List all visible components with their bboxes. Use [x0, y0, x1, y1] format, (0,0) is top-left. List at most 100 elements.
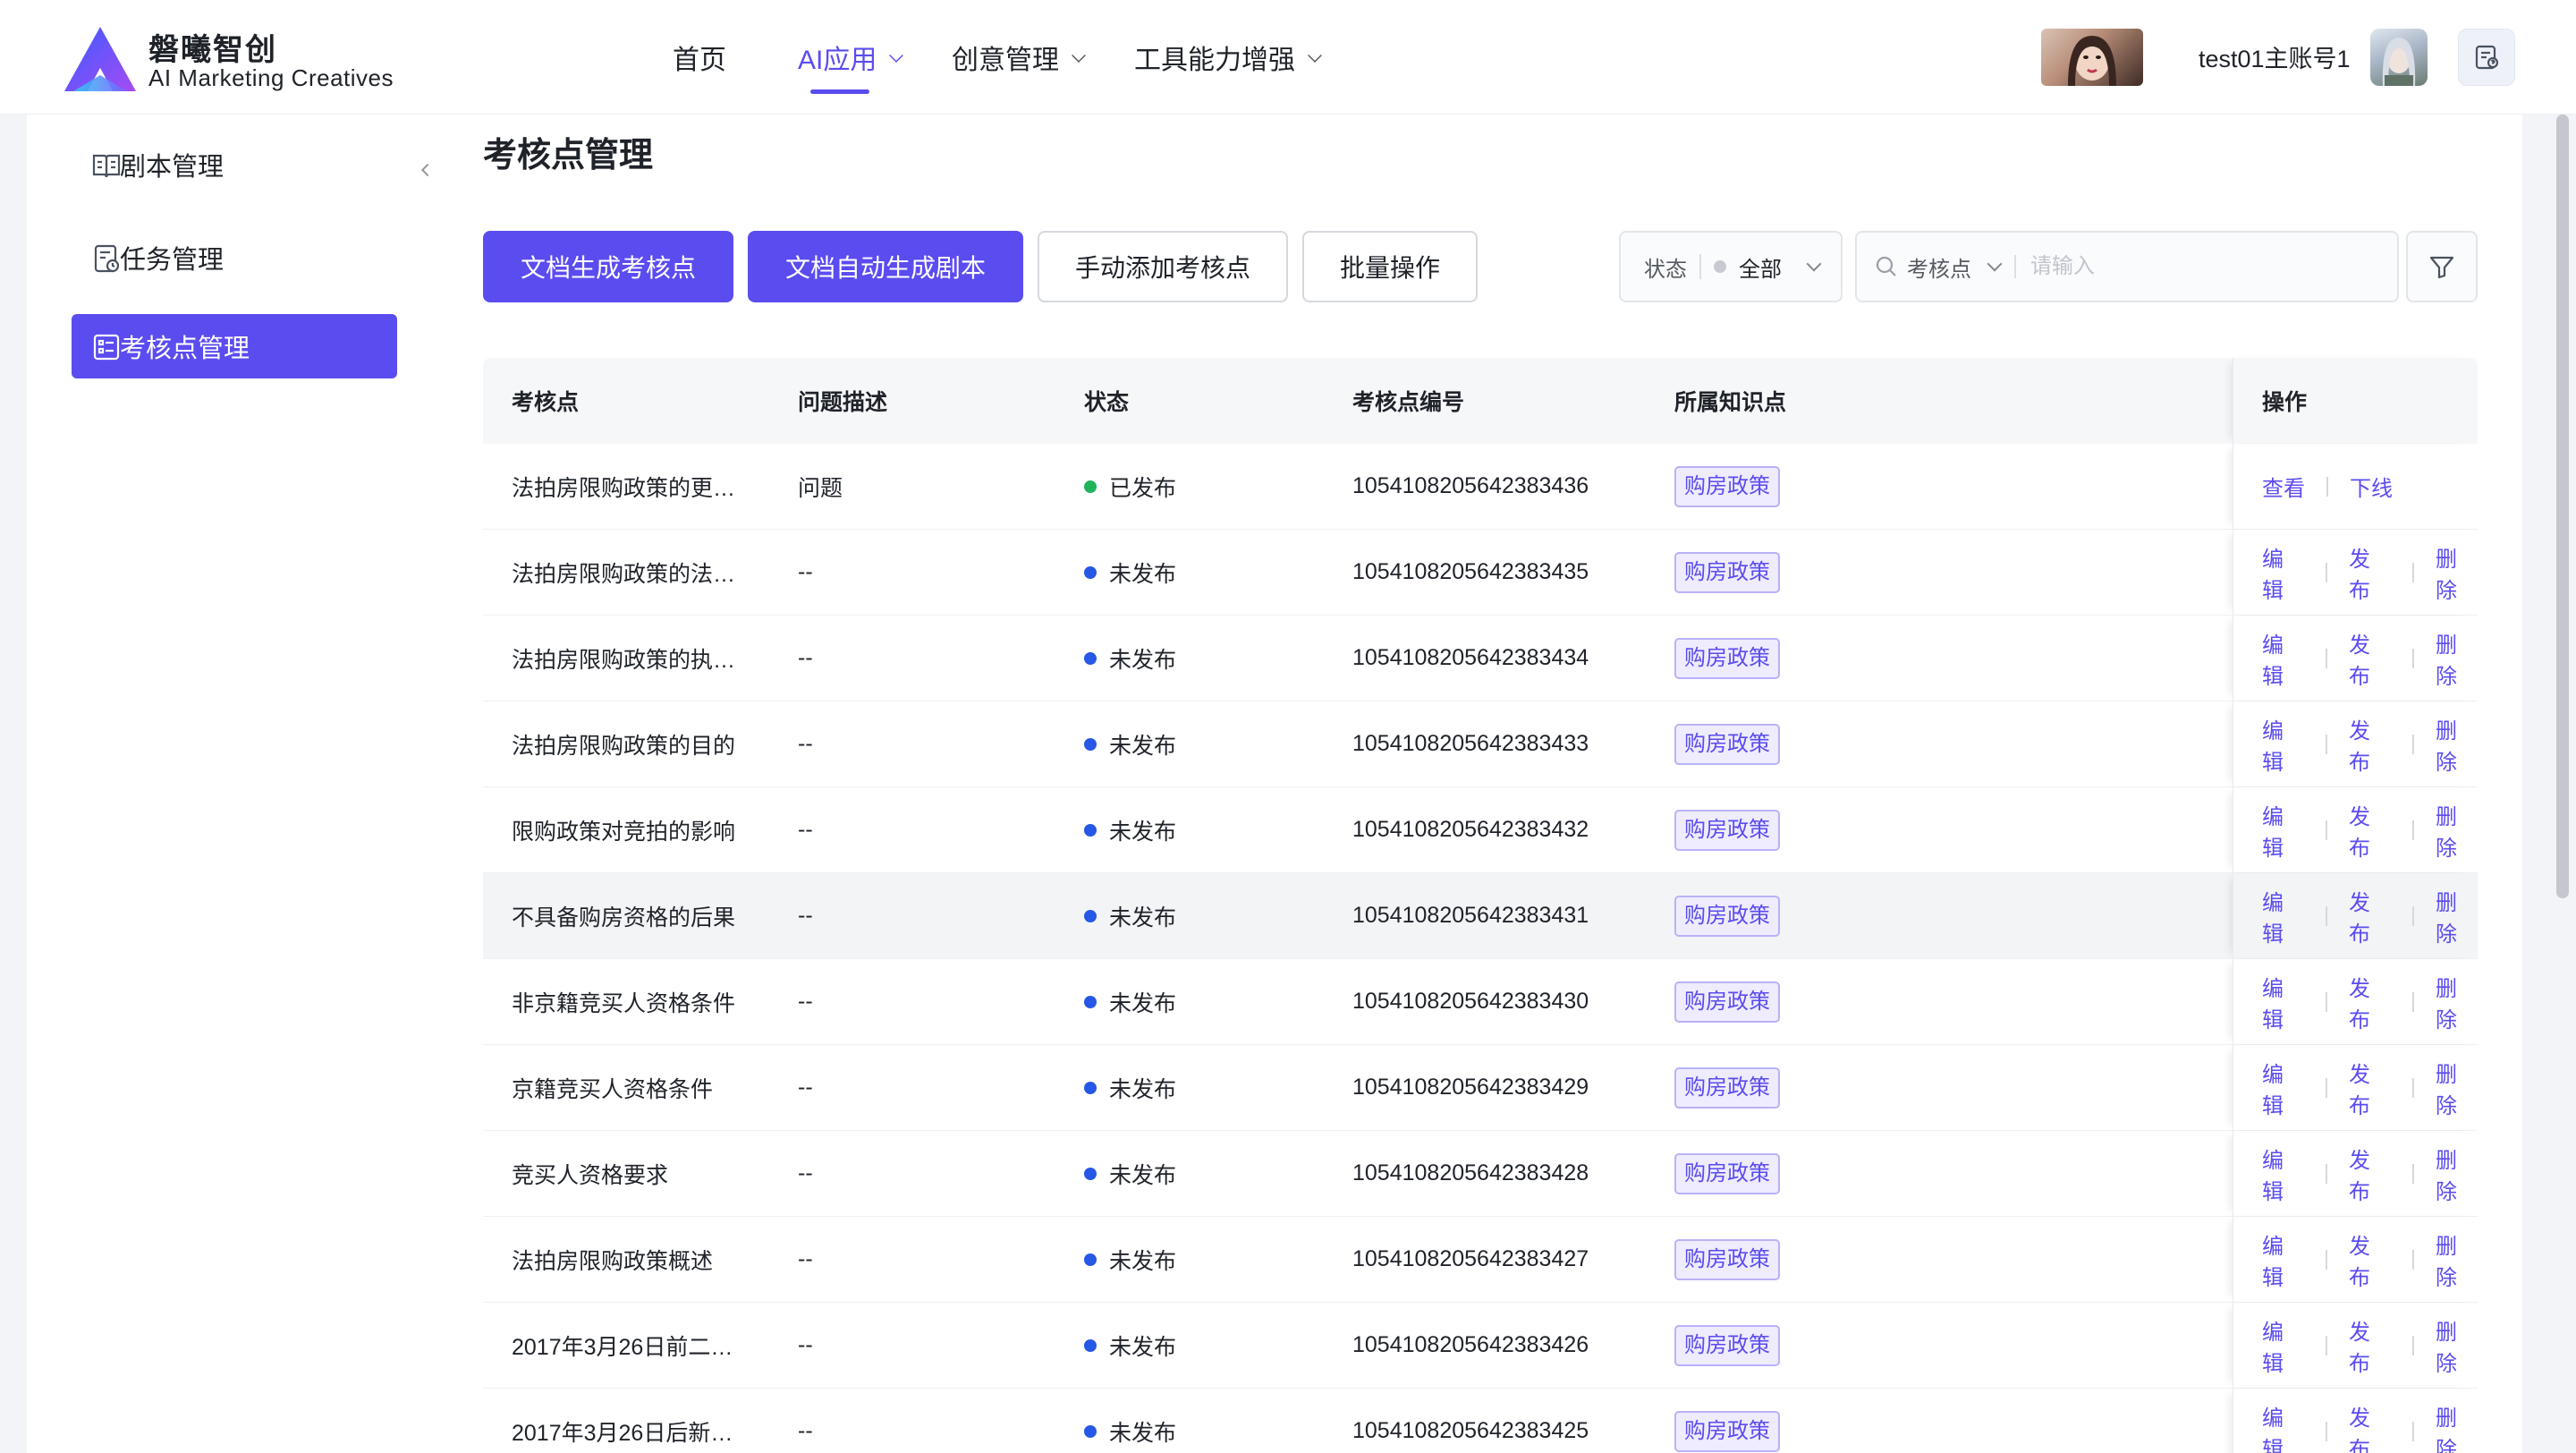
publish-link[interactable]: 发布 [2349, 1400, 2391, 1453]
row-actions: 编辑 发布 删除 [2233, 1303, 2478, 1388]
edit-link[interactable]: 编辑 [2262, 1228, 2304, 1291]
table-row[interactable]: 法拍房限购政策的更… 问题 已发布 1054108205642383436 购房政策 查看… [483, 444, 2478, 530]
sidebar-item-script-management[interactable]: 剧本管理 [72, 132, 397, 197]
table-row[interactable]: 不具备购房资格的后果 -- 未发布 1054108205642383431 购房政策 编辑… [483, 873, 2478, 959]
table-row[interactable]: 法拍房限购政策的法… -- 未发布 1054108205642383435 购房政策 编辑… [483, 530, 2478, 616]
delete-link[interactable]: 删除 [2436, 1228, 2478, 1291]
batch-operation-button[interactable]: 批量操作 [1302, 231, 1478, 302]
checkpoint-id: 1054108205642383436 [1352, 473, 1589, 498]
message-button[interactable] [2458, 29, 2515, 86]
table-row[interactable]: 限购政策对竞拍的影响 -- 未发布 1054108205642383432 购房政策 编辑… [483, 787, 2478, 873]
publish-link[interactable]: 发布 [2349, 713, 2391, 776]
brand-logo-icon[interactable] [61, 23, 140, 95]
edit-link[interactable]: 编辑 [2262, 971, 2304, 1033]
knowledge-point-cell: 购房政策 [1674, 723, 1780, 765]
edit-link[interactable]: 编辑 [2262, 1400, 2304, 1453]
account-name[interactable]: test01主账号1 [2199, 39, 2351, 74]
column-header: 问题描述 [798, 390, 888, 415]
scrollbar-thumb[interactable] [2556, 115, 2569, 898]
knowledge-point-cell: 购房政策 [1674, 551, 1780, 593]
delete-link[interactable]: 删除 [2436, 799, 2478, 862]
table-row[interactable]: 京籍竞买人资格条件 -- 未发布 1054108205642383429 购房政策 编辑发… [483, 1045, 2478, 1131]
edit-link[interactable]: 编辑 [2262, 541, 2304, 604]
question-description: -- [798, 817, 813, 842]
table-row[interactable]: 竞买人资格要求 -- 未发布 1054108205642383428 购房政策 编辑 发布删… [483, 1131, 2478, 1217]
publish-link[interactable]: 发布 [2349, 541, 2391, 604]
table-row[interactable]: 2017年3月26日后新… -- 未发布 1054108205642383425 购房政… [483, 1389, 2478, 1453]
edit-link[interactable]: 编辑 [2262, 1143, 2304, 1205]
delete-link[interactable]: 删除 [2436, 627, 2478, 690]
status-text: 未发布 [1109, 733, 1177, 759]
publish-link[interactable]: 发布 [2349, 627, 2391, 690]
chevron-down-icon[interactable] [1987, 256, 2003, 272]
offline-link[interactable]: 下线 [2350, 471, 2393, 502]
search-field-select[interactable]: 考核点 [1907, 251, 1971, 283]
edit-link[interactable]: 编辑 [2262, 1314, 2304, 1377]
chevron-down-icon [889, 48, 904, 63]
sidebar-collapse-button[interactable] [411, 134, 440, 206]
digital-human-avatar[interactable] [2041, 29, 2143, 86]
table-row[interactable]: 法拍房限购政策的目的 -- 未发布 1054108205642383433 购房政策 编辑… [483, 701, 2478, 787]
checkpoint-id: 1054108205642383429 [1352, 1075, 1589, 1100]
delete-link[interactable]: 删除 [2436, 1314, 2478, 1377]
delete-link[interactable]: 删除 [2436, 971, 2478, 1033]
delete-link[interactable]: 删除 [2436, 713, 2478, 776]
knowledge-tag: 购房政策 [1674, 1324, 1780, 1366]
nav-item-ai-apps[interactable]: AI应用 [798, 0, 904, 115]
top-header: 磐曦智创 AI Marketing Creatives 首页 AI应用 创意管理… [0, 0, 2576, 115]
sidebar-item-task-management[interactable]: 任务管理 [72, 225, 397, 290]
delete-link[interactable]: 删除 [2436, 885, 2478, 947]
divider [2412, 1077, 2414, 1098]
status-text: 未发布 [1109, 1162, 1177, 1188]
checkpoint-id: 1054108205642383435 [1352, 559, 1589, 584]
generate-script-button[interactable]: 文档自动生成剧本 [748, 231, 1023, 302]
edit-link[interactable]: 编辑 [2262, 1057, 2304, 1119]
publish-link[interactable]: 发布 [2349, 1228, 2391, 1291]
checkpoint-id: 1054108205642383432 [1352, 817, 1589, 842]
delete-link[interactable]: 删除 [2436, 1143, 2478, 1205]
divider [2412, 905, 2414, 926]
publish-link[interactable]: 发布 [2349, 1143, 2391, 1205]
brand-name-cn: 磐曦智创 [148, 33, 277, 67]
publish-link[interactable]: 发布 [2349, 1314, 2391, 1377]
sidebar-item-checkpoint-management[interactable]: 考核点管理 [72, 314, 397, 378]
divider [2326, 1249, 2327, 1270]
delete-link[interactable]: 删除 [2436, 541, 2478, 604]
edit-link[interactable]: 编辑 [2262, 627, 2304, 690]
edit-link[interactable]: 编辑 [2262, 799, 2304, 862]
status-filter-value: 全部 [1739, 257, 1782, 282]
status-filter-select[interactable]: 状态 全部 [1619, 231, 1843, 302]
status-dot-icon [1084, 565, 1097, 579]
knowledge-tag: 购房政策 [1674, 1410, 1780, 1452]
generate-checkpoints-button[interactable]: 文档生成考核点 [483, 231, 733, 302]
status-filter-label: 状态 [1644, 257, 1687, 282]
sidebar-item-label: 考核点管理 [120, 335, 250, 363]
search-input[interactable] [2030, 254, 2370, 279]
row-actions: 查看 下线 [2233, 444, 2478, 529]
row-actions: 编辑 发布 删除 [2233, 787, 2478, 872]
table-row[interactable]: 法拍房限购政策概述 -- 未发布 1054108205642383427 购房政策 编辑发… [483, 1217, 2478, 1303]
edit-link[interactable]: 编辑 [2262, 885, 2304, 947]
table-row[interactable]: 2017年3月26日前二… -- 未发布 1054108205642383426 购房政… [483, 1303, 2478, 1389]
status-dot-icon [1084, 1424, 1097, 1438]
delete-link[interactable]: 删除 [2436, 1400, 2478, 1453]
view-link[interactable]: 查看 [2262, 471, 2305, 502]
table-row[interactable]: 非京籍竞买人资格条件 -- 未发布 1054108205642383430 购房政策 编辑… [483, 959, 2478, 1045]
status-cell: 未发布 [1084, 728, 1176, 760]
nav-item-creative-management[interactable]: 创意管理 [952, 0, 1086, 115]
publish-link[interactable]: 发布 [2349, 1057, 2391, 1119]
checkpoint-id: 1054108205642383434 [1352, 645, 1589, 670]
checkpoint-name: 法拍房限购政策的法… [512, 561, 736, 587]
edit-link[interactable]: 编辑 [2262, 713, 2304, 776]
add-checkpoint-button[interactable]: 手动添加考核点 [1038, 231, 1288, 302]
publish-link[interactable]: 发布 [2349, 799, 2391, 862]
table-row[interactable]: 法拍房限购政策的执… -- 未发布 1054108205642383434 购房政策 编辑… [483, 616, 2478, 701]
publish-link[interactable]: 发布 [2349, 885, 2391, 947]
nav-item-tool-enhancement[interactable]: 工具能力增强 [1134, 0, 1322, 115]
user-avatar[interactable] [2370, 29, 2428, 86]
nav-item-home[interactable]: 首页 [673, 0, 726, 115]
delete-link[interactable]: 删除 [2436, 1057, 2478, 1119]
publish-link[interactable]: 发布 [2349, 971, 2391, 1033]
question-description: -- [798, 903, 813, 928]
filter-button[interactable] [2406, 231, 2478, 302]
